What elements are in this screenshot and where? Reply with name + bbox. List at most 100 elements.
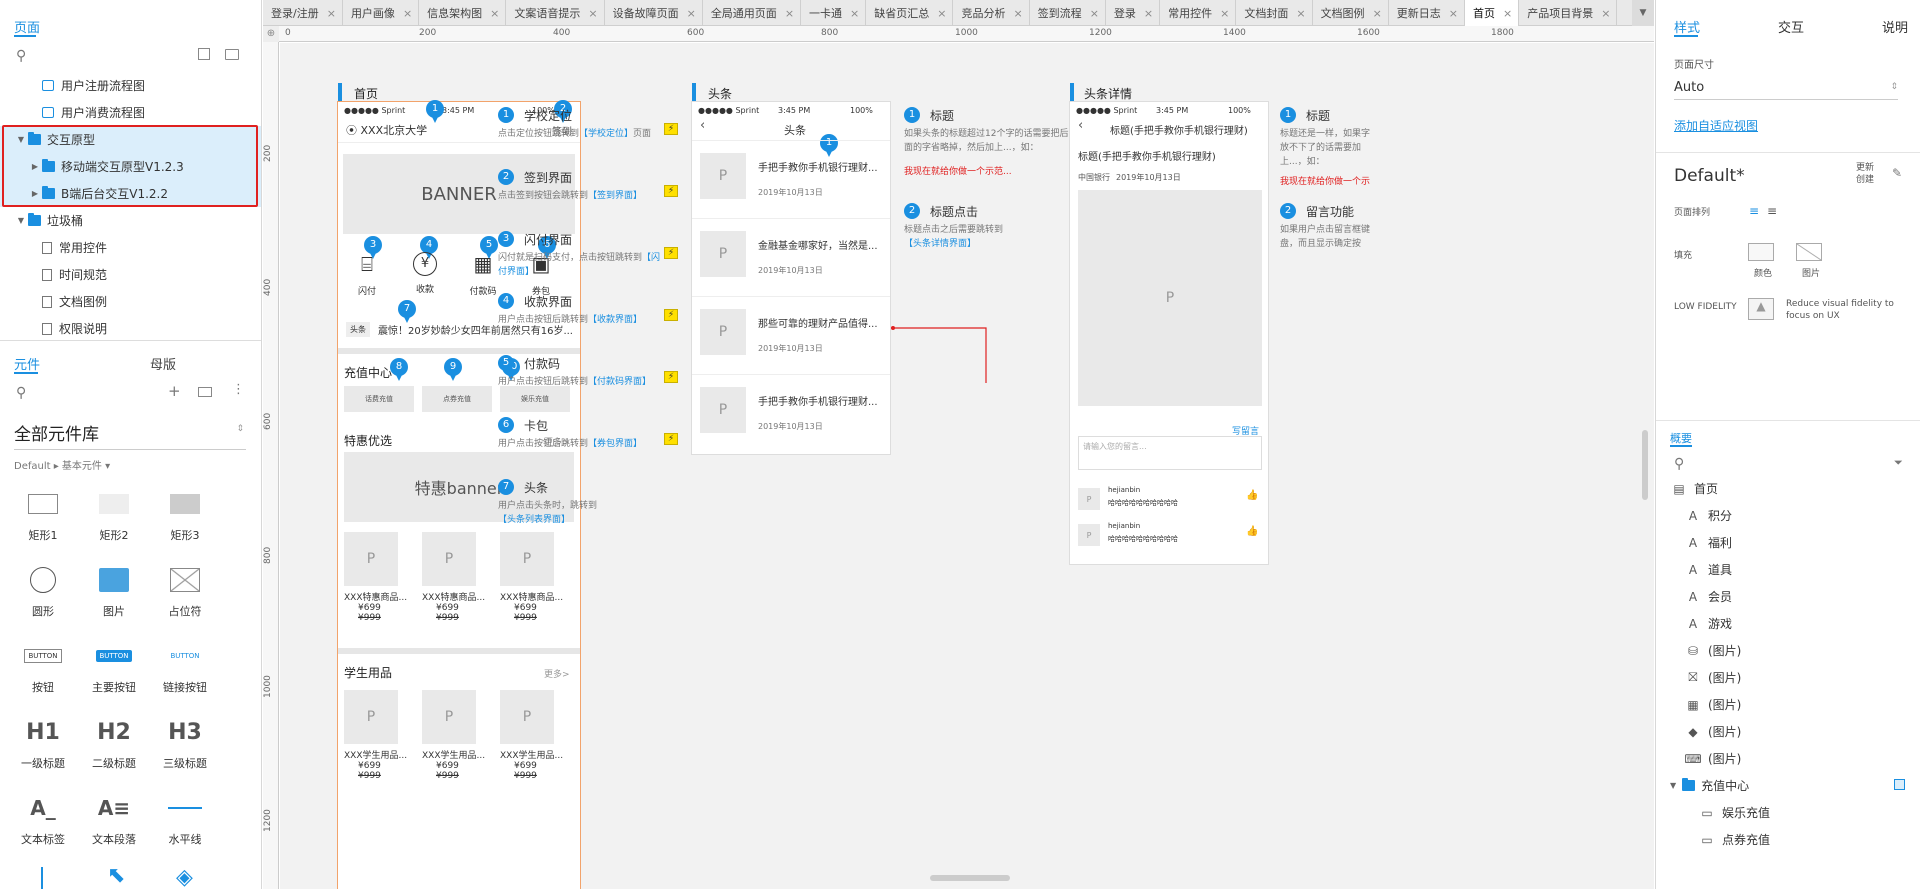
doc-tab[interactable]: 首页 × bbox=[1465, 0, 1520, 26]
product-card[interactable]: P XXX学生用品... ¥699 ¥999 bbox=[422, 690, 492, 781]
widget-11[interactable]: H2 二级标题 bbox=[79, 713, 149, 771]
align-left-icon[interactable]: ≡ bbox=[1749, 204, 1759, 218]
quick-action-1[interactable]: ⌸ 闪付 bbox=[344, 252, 390, 297]
horizontal-scrollbar[interactable] bbox=[930, 875, 1010, 881]
news-phone-frame[interactable]: ●●●●● Sprint 3:45 PM 100% ‹ 头条 1 P 手把手教你手… bbox=[691, 101, 891, 455]
widget-10[interactable]: H1 一级标题 bbox=[8, 713, 78, 771]
note-link[interactable]: 【学校定位】 bbox=[579, 129, 633, 139]
page-tree-item[interactable]: 用户消费流程图 bbox=[0, 99, 261, 126]
outline-item[interactable]: ▦ (图片) bbox=[1684, 696, 1741, 713]
doc-tab[interactable]: 信息架构图 × bbox=[419, 0, 507, 26]
like-icon[interactable]: 👍 bbox=[1246, 526, 1258, 537]
library-stack-icon[interactable] bbox=[198, 387, 212, 397]
outline-item[interactable]: ▤ 首页 bbox=[1670, 480, 1718, 497]
doc-tab[interactable]: 全局通用页面 × bbox=[703, 0, 802, 26]
widget-6[interactable]: 占位符 bbox=[150, 561, 220, 619]
expand-arrow-icon[interactable]: ▼ bbox=[14, 216, 28, 225]
close-icon[interactable]: × bbox=[1144, 7, 1153, 20]
interaction-bolt-icon[interactable]: ⚡ bbox=[664, 123, 678, 135]
news-item[interactable]: P 手把手教你手机银行理财... 2019年10月13日 bbox=[692, 140, 890, 218]
interaction-bolt-icon[interactable]: ⚡ bbox=[664, 309, 678, 321]
doc-tab[interactable]: 文档图例 × bbox=[1313, 0, 1389, 26]
widget-7[interactable]: BUTTON 按钮 bbox=[8, 637, 78, 695]
outline-item[interactable]: ⛁ (图片) bbox=[1684, 642, 1741, 659]
recharge-item[interactable]: 点券充值 bbox=[422, 386, 492, 412]
page-tree-item[interactable]: 文档图例 bbox=[0, 288, 261, 315]
news-item[interactable]: P 那些可靠的理财产品值得... 2019年10月13日 bbox=[692, 296, 890, 374]
doc-tab[interactable]: 产品项目背景 × bbox=[1519, 0, 1618, 26]
widget-13[interactable]: A_ 文本标签 bbox=[8, 789, 78, 847]
library-select[interactable]: 全部元件库 ⇕ bbox=[14, 420, 246, 450]
close-icon[interactable]: × bbox=[403, 7, 412, 20]
close-icon[interactable]: × bbox=[1296, 7, 1305, 20]
close-icon[interactable]: × bbox=[937, 7, 946, 20]
widget-3[interactable]: 矩形3 bbox=[150, 485, 220, 543]
outline-item[interactable]: ◆ (图片) bbox=[1684, 723, 1741, 740]
widget-8[interactable]: BUTTON 主要按钮 bbox=[79, 637, 149, 695]
close-icon[interactable]: × bbox=[588, 7, 597, 20]
back-icon[interactable]: ‹ bbox=[700, 118, 705, 133]
widget-1[interactable]: 矩形1 bbox=[8, 485, 78, 543]
note-link[interactable]: 【签到界面】 bbox=[588, 191, 642, 201]
outline-search-icon[interactable]: ⚲ bbox=[1674, 456, 1684, 472]
news-item[interactable]: P 金融基金哪家好，当然是... 2019年10月13日 bbox=[692, 218, 890, 296]
close-icon[interactable]: × bbox=[785, 7, 794, 20]
product-card[interactable]: P XXX特惠商品... ¥699 ¥999 bbox=[422, 532, 492, 623]
outline-item[interactable]: A 游戏 bbox=[1684, 615, 1732, 632]
product-card[interactable]: P XXX学生用品... ¥699 ¥999 bbox=[344, 690, 414, 781]
create-style-button[interactable]: 创建 bbox=[1856, 172, 1874, 185]
expand-arrow-icon[interactable]: ▼ bbox=[1670, 781, 1676, 790]
location-selector[interactable]: ⦿ XXX北京大学 bbox=[346, 122, 427, 138]
layers-icon[interactable]: ◈ bbox=[176, 865, 193, 889]
design-canvas[interactable]: 首页 ●●●●● Sprint 3:45 PM 100% ⦿ XXX北京大学 签… bbox=[280, 43, 1654, 889]
close-icon[interactable]: × bbox=[1373, 7, 1382, 20]
outline-item[interactable]: A 积分 bbox=[1684, 507, 1732, 524]
close-icon[interactable]: × bbox=[1449, 7, 1458, 20]
masters-tab[interactable]: 母版 bbox=[150, 354, 176, 373]
like-icon[interactable]: 👍 bbox=[1246, 490, 1258, 501]
note-link[interactable]: 【付款码界面】 bbox=[588, 377, 651, 387]
close-icon[interactable]: × bbox=[1503, 7, 1512, 20]
quick-action-2[interactable]: ¥ 收款 bbox=[402, 252, 448, 295]
pages-panel-tab[interactable]: 页面 bbox=[14, 17, 40, 36]
low-fidelity-toggle-icon[interactable]: ▲ bbox=[1748, 298, 1774, 320]
doc-tab[interactable]: 竞品分析 × bbox=[953, 0, 1030, 26]
product-card[interactable]: P XXX特惠商品... ¥699 ¥999 bbox=[344, 532, 414, 623]
doc-tab[interactable]: 文档封面 × bbox=[1236, 0, 1313, 26]
page-tree-item[interactable]: 常用控件 bbox=[0, 234, 261, 261]
close-icon[interactable]: × bbox=[850, 7, 859, 20]
widget-search-icon[interactable]: ⚲ bbox=[16, 385, 26, 401]
doc-tab[interactable]: 登录 × bbox=[1106, 0, 1161, 26]
edit-style-icon[interactable]: ✎ bbox=[1892, 166, 1902, 180]
add-folder-icon[interactable] bbox=[225, 49, 239, 60]
product-card[interactable]: P XXX特惠商品... ¥699 ¥999 bbox=[500, 532, 570, 623]
note-link[interactable]: 【头条详情界面】 bbox=[904, 239, 976, 249]
page-tree-item[interactable]: 时间规范 bbox=[0, 261, 261, 288]
align-center-icon[interactable]: ≡ bbox=[1767, 204, 1777, 218]
widget-12[interactable]: H3 三级标题 bbox=[150, 713, 220, 771]
tab-notes[interactable]: 说明 bbox=[1882, 17, 1908, 36]
interaction-bolt-icon[interactable]: ⚡ bbox=[664, 371, 678, 383]
filter-icon[interactable]: ⏷ bbox=[1894, 456, 1903, 470]
recharge-item[interactable]: 话费充值 bbox=[344, 386, 414, 412]
search-icon[interactable]: ⚲ bbox=[16, 48, 26, 64]
doc-tab[interactable]: 缺省页汇总 × bbox=[866, 0, 954, 26]
outline-item[interactable]: ▭ 娱乐充值 bbox=[1698, 804, 1770, 821]
page-tree-item[interactable]: ▼ 垃圾桶 bbox=[0, 207, 261, 234]
doc-tab[interactable]: 一卡通 × bbox=[801, 0, 867, 26]
close-icon[interactable]: × bbox=[1601, 7, 1610, 20]
detail-phone-frame[interactable]: ●●●●● Sprint 3:45 PM 100% ‹ 标题(手把手教你手机银行… bbox=[1069, 101, 1269, 565]
page-tree-item[interactable]: 用户注册流程图 bbox=[0, 72, 261, 99]
cursor-hotspot-icon[interactable]: ⬉ bbox=[107, 863, 125, 888]
outline-item[interactable]: ▭ 点券充值 bbox=[1698, 831, 1770, 848]
doc-tab[interactable]: 常用控件 × bbox=[1160, 0, 1237, 26]
doc-tab[interactable]: 用户画像 × bbox=[343, 0, 420, 26]
outline-item[interactable]: ⌨ (图片) bbox=[1684, 750, 1741, 767]
more-options-icon[interactable]: ⋮ bbox=[232, 382, 245, 397]
widget-15[interactable]: 水平线 bbox=[150, 789, 220, 847]
fill-image-swatch[interactable] bbox=[1796, 243, 1822, 261]
student-more-link[interactable]: 更多> bbox=[544, 667, 570, 680]
outline-item[interactable]: A 道具 bbox=[1684, 561, 1732, 578]
note-link[interactable]: 【头条列表界面】 bbox=[498, 515, 570, 525]
interaction-bolt-icon[interactable]: ⚡ bbox=[664, 247, 678, 259]
